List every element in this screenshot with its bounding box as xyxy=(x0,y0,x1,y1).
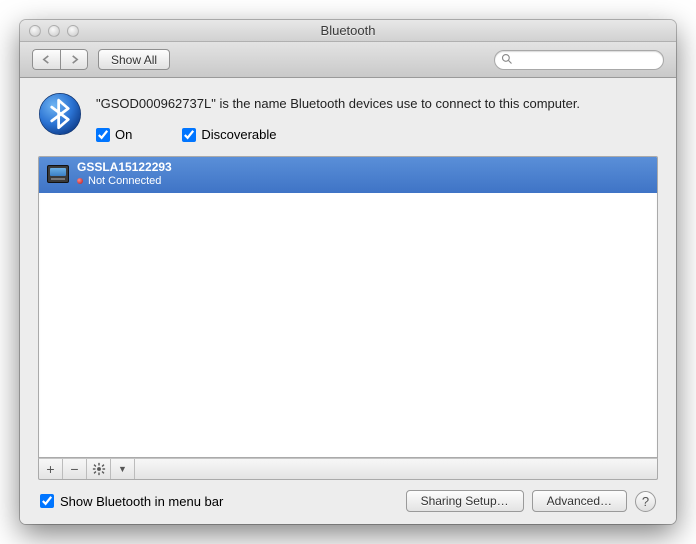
show-all-button[interactable]: Show All xyxy=(98,49,170,70)
header-row: "GSOD000962737L" is the name Bluetooth d… xyxy=(38,92,658,142)
device-actions-button[interactable] xyxy=(87,459,111,479)
computer-name-info: "GSOD000962737L" is the name Bluetooth d… xyxy=(96,96,658,111)
remove-device-button[interactable]: − xyxy=(63,459,87,479)
add-device-button[interactable]: + xyxy=(39,459,63,479)
device-actions-menu-button[interactable]: ▼ xyxy=(111,459,135,479)
titlebar: Bluetooth xyxy=(20,20,676,42)
bluetooth-icon xyxy=(38,92,82,136)
chevron-down-icon: ▼ xyxy=(118,464,127,474)
back-icon xyxy=(42,55,51,64)
nav-buttons xyxy=(32,49,88,70)
search-wrap xyxy=(494,50,664,70)
menubar-label: Show Bluetooth in menu bar xyxy=(60,494,223,509)
toolbar: Show All xyxy=(20,42,676,78)
minus-icon: − xyxy=(70,461,78,477)
zoom-window-button[interactable] xyxy=(67,25,79,37)
window-title: Bluetooth xyxy=(20,23,676,38)
discoverable-checkbox[interactable] xyxy=(182,128,196,142)
advanced-button[interactable]: Advanced… xyxy=(532,490,627,512)
device-name: GSSLA15122293 xyxy=(77,161,172,175)
header-text: "GSOD000962737L" is the name Bluetooth d… xyxy=(96,92,658,142)
menubar-checkbox[interactable] xyxy=(40,494,54,508)
device-status: Not Connected xyxy=(77,175,172,188)
content: "GSOD000962737L" is the name Bluetooth d… xyxy=(20,78,676,524)
status-indicator-icon xyxy=(77,178,83,184)
device-list[interactable]: GSSLA15122293 Not Connected xyxy=(38,156,658,458)
back-button[interactable] xyxy=(32,49,60,70)
forward-button[interactable] xyxy=(60,49,88,70)
discoverable-label: Discoverable xyxy=(201,127,276,142)
check-row: On Discoverable xyxy=(96,127,658,142)
preferences-window: Bluetooth Show All xyxy=(20,20,676,524)
gear-icon xyxy=(92,462,106,476)
help-icon: ? xyxy=(642,494,649,509)
sharing-setup-button[interactable]: Sharing Setup… xyxy=(406,490,524,512)
device-status-label: Not Connected xyxy=(88,175,161,188)
on-checkbox-wrap[interactable]: On xyxy=(96,127,132,142)
on-label: On xyxy=(115,127,132,142)
list-toolbar: + − ▼ xyxy=(38,458,658,480)
minimize-window-button[interactable] xyxy=(48,25,60,37)
computer-name: GSOD000962737L xyxy=(101,96,212,111)
menubar-checkbox-wrap[interactable]: Show Bluetooth in menu bar xyxy=(40,494,223,509)
search-icon xyxy=(501,53,513,65)
laptop-icon xyxy=(47,165,69,183)
plus-icon: + xyxy=(46,461,54,477)
close-window-button[interactable] xyxy=(29,25,41,37)
on-checkbox[interactable] xyxy=(96,128,110,142)
footer: Show Bluetooth in menu bar Sharing Setup… xyxy=(38,480,658,512)
forward-icon xyxy=(70,55,79,64)
device-text: GSSLA15122293 Not Connected xyxy=(77,161,172,187)
footer-right: Sharing Setup… Advanced… ? xyxy=(406,490,656,512)
traffic-lights xyxy=(20,25,79,37)
help-button[interactable]: ? xyxy=(635,491,656,512)
search-input[interactable] xyxy=(494,50,664,70)
discoverable-checkbox-wrap[interactable]: Discoverable xyxy=(182,127,276,142)
device-item[interactable]: GSSLA15122293 Not Connected xyxy=(39,157,657,193)
